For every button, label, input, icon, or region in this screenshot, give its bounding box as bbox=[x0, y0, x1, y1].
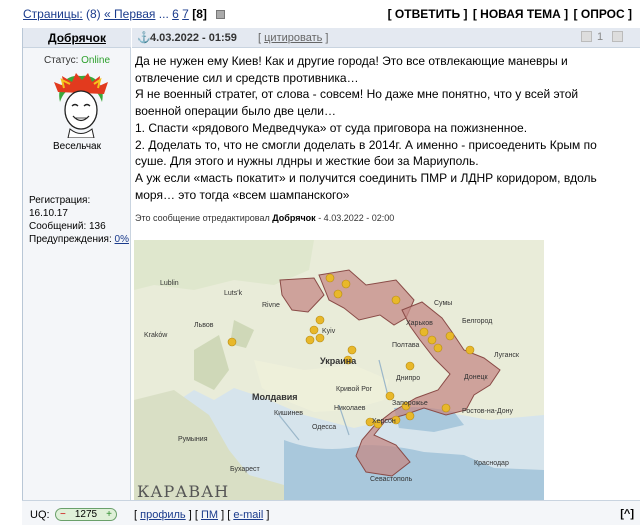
vote-down-icon[interactable] bbox=[581, 31, 592, 42]
profile-link[interactable]: профиль bbox=[140, 509, 186, 521]
map-label: Луганск bbox=[494, 352, 519, 359]
scroll-top-link[interactable]: [^] bbox=[620, 508, 634, 520]
post-line: Да не нужен ему Киев! Как и другие город… bbox=[135, 54, 568, 68]
poll-button[interactable]: [ ОПРОС ] bbox=[574, 7, 632, 21]
registration-date: Регистрация: 16.10.17 bbox=[29, 195, 91, 219]
author-nick[interactable]: Добрячок bbox=[23, 31, 131, 45]
edit-notice: Это сообщение отредактировал Добрячок - … bbox=[135, 213, 394, 223]
map-label: Luts'k bbox=[224, 290, 243, 297]
forum-post: Добрячок Статус: Online Весельчак Регист… bbox=[22, 28, 640, 500]
uq-label: UQ: bbox=[30, 509, 50, 521]
map-label: Харьков bbox=[406, 320, 433, 327]
post-footer: UQ: − 1275 + [ профиль ] [ ПМ ] [ e-mail… bbox=[22, 500, 640, 525]
map-label: Сумы bbox=[434, 300, 453, 307]
avatar[interactable] bbox=[50, 72, 112, 138]
map-label: Бухарест bbox=[230, 466, 260, 473]
reputation-badge: − 1275 + bbox=[55, 508, 117, 521]
page-6-link[interactable]: 6 bbox=[172, 7, 179, 21]
author-stats: Регистрация: 16.10.17 Сообщений: 136 Пре… bbox=[29, 194, 130, 246]
warnings-label: Предупреждения: bbox=[29, 234, 112, 245]
new-topic-button[interactable]: [ НОВАЯ ТЕМА ] bbox=[473, 7, 568, 21]
edit-user: Добрячок bbox=[272, 213, 316, 223]
post-line: военной операции было две цели… bbox=[135, 104, 336, 119]
map-label: Lublin bbox=[160, 280, 179, 287]
quote-label[interactable]: цитировать bbox=[264, 32, 322, 44]
anchor-icon[interactable]: ⚓ bbox=[137, 31, 151, 44]
map-label: Украина bbox=[320, 356, 357, 366]
map-label: Кишинев bbox=[274, 410, 303, 417]
map-label: Днипро bbox=[396, 375, 421, 382]
map-label: Донецк bbox=[464, 374, 488, 381]
page-jump-icon[interactable] bbox=[216, 10, 226, 19]
map-label: Херсон bbox=[372, 418, 396, 425]
status-online: Online bbox=[81, 55, 111, 66]
map-watermark: КАРАВАН bbox=[137, 482, 230, 500]
post-line: А уж если «масть покатит» и получится со… bbox=[135, 170, 597, 185]
reputation-plus-button[interactable]: + bbox=[106, 509, 112, 520]
map-label: Kyiv bbox=[322, 328, 336, 335]
author-header: Добрячок bbox=[23, 28, 131, 48]
reputation-minus-button[interactable]: − bbox=[60, 509, 66, 520]
post-line: моря… это тогда «всем шампанского» bbox=[135, 187, 350, 202]
pagination-ellipsis: ... bbox=[158, 7, 169, 21]
reputation-value: 1275 bbox=[74, 509, 98, 520]
map-label: Львов bbox=[194, 322, 214, 329]
post-line: 1. Спасти «рядового Медведчука» от суда … bbox=[135, 120, 528, 135]
map-image[interactable]: Lublin Luts'k Rivne Kyiv Харьков Полтава… bbox=[134, 240, 544, 500]
map-label: Rivne bbox=[262, 302, 280, 309]
map-label: Полтава bbox=[392, 342, 420, 349]
warnings-value[interactable]: 0% bbox=[115, 234, 129, 245]
map-label: Краснодар bbox=[474, 460, 509, 467]
map-label: Запорожье bbox=[392, 400, 428, 407]
status-label: Статус: bbox=[43, 55, 79, 66]
map-label: Ростов-на-Дону bbox=[462, 408, 513, 415]
map-label: Белгород bbox=[462, 318, 493, 325]
map-label: Румыния bbox=[178, 436, 208, 443]
warnings: Предупреждения: 0% bbox=[29, 233, 130, 246]
post-header: ⚓ 4.03.2022 - 01:59 [ цитировать ] 1 bbox=[132, 28, 640, 48]
topic-navigation-bar: Страницы: (8) « Первая ... 6 7 [8] [ ОТВ… bbox=[0, 0, 640, 27]
page-7-link[interactable]: 7 bbox=[182, 7, 189, 21]
post-date: 4.03.2022 - 01:59 bbox=[150, 32, 237, 44]
post-line: Я не военный стратег, от слова - совсем!… bbox=[135, 87, 579, 102]
post-line: суше. Для этого и нужны лднры и жесткие … bbox=[135, 154, 479, 169]
author-panel: Добрячок Статус: Online Весельчак Регист… bbox=[23, 28, 131, 500]
pm-link[interactable]: ПМ bbox=[201, 509, 218, 521]
current-page: [8] bbox=[192, 7, 207, 21]
author-status: Статус: Online bbox=[23, 55, 131, 66]
first-page-link[interactable]: « Первая bbox=[104, 7, 155, 21]
edit-date: - 4.03.2022 - 02:00 bbox=[318, 213, 395, 223]
quote-link[interactable]: [ цитировать ] bbox=[258, 32, 328, 44]
post-text: Да не нужен ему Киев! Как и другие город… bbox=[135, 53, 635, 203]
map-label: Севастополь bbox=[370, 476, 413, 483]
map-label: Кривой Рог bbox=[336, 386, 373, 393]
author-links: [ профиль ] [ ПМ ] [ e-mail ] bbox=[134, 509, 270, 521]
edit-prefix: Это сообщение отредактировал bbox=[135, 213, 270, 223]
vote-count: 1 bbox=[597, 31, 604, 43]
topic-actions: [ ОТВЕТИТЬ ] [ НОВАЯ ТЕМА ] [ ОПРОС ] bbox=[386, 7, 632, 21]
map-label: Николаев bbox=[334, 405, 366, 412]
map-label: Одесса bbox=[312, 424, 337, 431]
message-count: Сообщений: 136 bbox=[29, 221, 106, 232]
post-line: 2. Доделать то, что не смогли доделать в… bbox=[135, 137, 597, 152]
vote-up-icon[interactable] bbox=[612, 31, 623, 42]
pagination: Страницы: (8) « Первая ... 6 7 [8] bbox=[23, 7, 226, 21]
pages-label[interactable]: Страницы: bbox=[23, 7, 83, 21]
email-link[interactable]: e-mail bbox=[233, 509, 263, 521]
post-body: ⚓ 4.03.2022 - 01:59 [ цитировать ] 1 Да … bbox=[132, 28, 640, 500]
post-line: отвлечение сил и средств противника… bbox=[135, 70, 359, 85]
map-label: Молдавия bbox=[252, 392, 298, 402]
reply-button[interactable]: [ ОТВЕТИТЬ ] bbox=[388, 7, 468, 21]
map-label: Kraków bbox=[144, 332, 168, 339]
pages-count: (8) bbox=[86, 7, 101, 21]
author-rank: Весельчак bbox=[53, 141, 101, 152]
